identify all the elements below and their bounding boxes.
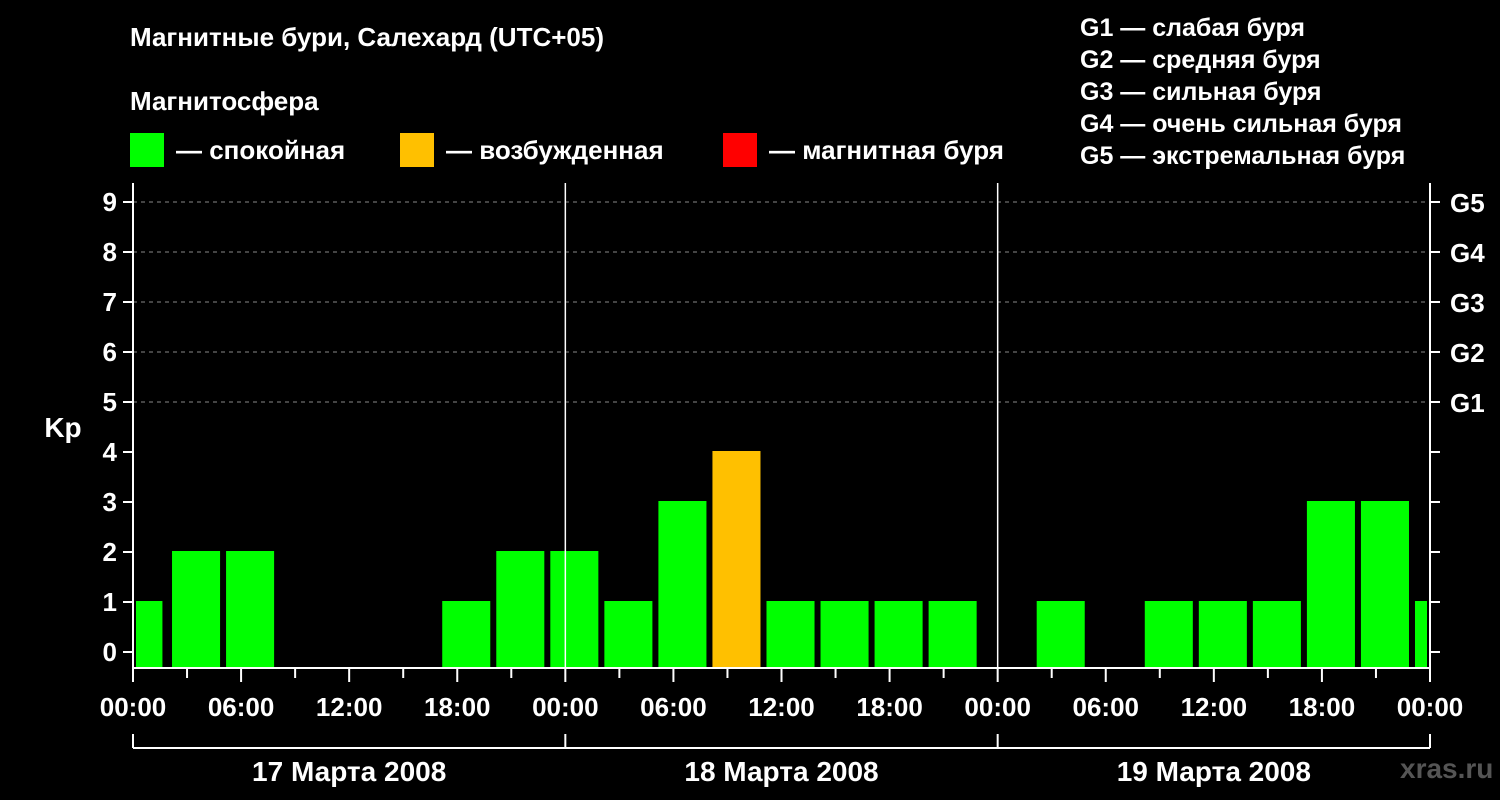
kp-bar-5 [496, 551, 545, 668]
y-tick-label: 9 [103, 187, 117, 217]
y-tick-label: 3 [103, 487, 117, 517]
kp-bar-6 [550, 551, 599, 668]
x-tick-label: 18:00 [1289, 692, 1356, 722]
kp-bar-20 [1414, 601, 1427, 668]
x-tick-label: 06:00 [208, 692, 275, 722]
y-tick-label: 8 [103, 237, 117, 267]
x-tick-label: 06:00 [1073, 692, 1140, 722]
y-tick-label: 6 [103, 337, 117, 367]
x-tick-label: 06:00 [640, 692, 707, 722]
right-axis-label-g2: G2 [1450, 338, 1485, 368]
watermark: xras.ru [1400, 753, 1494, 784]
x-tick-label: 00:00 [964, 692, 1031, 722]
x-tick-label: 12:00 [316, 692, 383, 722]
kp-bar-9 [712, 451, 761, 668]
y-tick-label: 0 [103, 637, 117, 667]
kp-bar-2 [172, 551, 221, 668]
kp-bar-17 [1252, 601, 1301, 668]
right-axis-label-g5: G5 [1450, 188, 1485, 218]
kp-bar-13 [928, 601, 977, 668]
x-tick-label: 00:00 [1397, 692, 1464, 722]
x-tick-label: 18:00 [856, 692, 923, 722]
kp-bar-4 [442, 601, 491, 668]
kp-bar-1 [136, 601, 163, 668]
x-tick-label: 12:00 [1181, 692, 1248, 722]
x-tick-label: 18:00 [424, 692, 491, 722]
kp-bar-3 [226, 551, 275, 668]
day-label: 19 Марта 2008 [1117, 756, 1311, 787]
y-axis-title: Kp [44, 412, 81, 443]
kp-bar-14 [1036, 601, 1085, 668]
right-axis-label-g1: G1 [1450, 388, 1485, 418]
kp-bar-chart: 0 1 2 3 4 5 6 7 8 9 G1 G2 G3 G4 G5 Kp 00:00 06:00 12:00 18:… [44, 183, 1485, 787]
y-tick-label: 1 [103, 587, 117, 617]
y-tick-label: 4 [103, 437, 118, 467]
kp-bar-18 [1306, 501, 1355, 668]
kp-bar-10 [766, 601, 815, 668]
kp-bar-8 [658, 501, 707, 668]
kp-bar-12 [874, 601, 923, 668]
kp-bar-7 [604, 601, 653, 668]
right-axis-label-g3: G3 [1450, 288, 1485, 318]
x-tick-label: 12:00 [748, 692, 815, 722]
day-label: 17 Марта 2008 [252, 756, 446, 787]
x-tick-label: 00:00 [532, 692, 599, 722]
right-axis-label-g4: G4 [1450, 238, 1485, 268]
kp-bar-15 [1144, 601, 1193, 668]
day-label: 18 Марта 2008 [684, 756, 878, 787]
kp-bar-19 [1360, 501, 1409, 668]
y-tick-label: 5 [103, 387, 117, 417]
y-tick-label: 2 [103, 537, 117, 567]
kp-bar-16 [1198, 601, 1247, 668]
x-tick-label: 00:00 [100, 692, 167, 722]
kp-bar-11 [820, 601, 869, 668]
y-tick-label: 7 [103, 287, 117, 317]
